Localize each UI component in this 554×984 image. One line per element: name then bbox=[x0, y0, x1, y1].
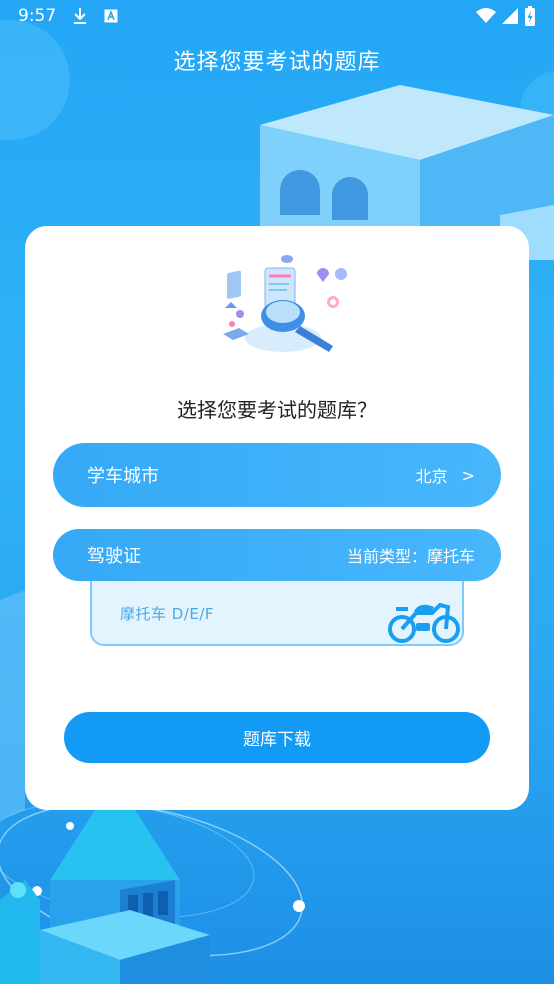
license-row-label: 驾驶证 bbox=[87, 546, 141, 567]
city-row-label: 学车城市 bbox=[87, 466, 159, 487]
card-question: 选择您要考试的题库？ bbox=[177, 398, 377, 422]
wifi-icon bbox=[476, 8, 496, 23]
license-option-motorcycle[interactable]: 摩托车 D/E/F bbox=[90, 581, 464, 646]
city-selector-row[interactable]: 学车城市 北京 > bbox=[53, 443, 501, 507]
status-bar: 9:57 bbox=[0, 0, 554, 32]
download-icon bbox=[74, 8, 87, 24]
search-illustration-icon bbox=[223, 255, 347, 352]
question-bank-card: 选择您要考试的题库？ 学车城市 北京 > 驾驶证 当前类型：摩托车 摩托车 D/… bbox=[25, 226, 529, 810]
cellular-signal-icon bbox=[502, 8, 518, 24]
city-row-value-group: 北京 > bbox=[416, 463, 475, 487]
current-type-label: 当前类型：摩托车 bbox=[346, 547, 475, 566]
font-a-icon bbox=[104, 9, 118, 23]
status-time: 9:57 bbox=[18, 6, 57, 26]
license-type-row[interactable]: 驾驶证 当前类型：摩托车 bbox=[53, 529, 501, 581]
download-question-bank-button[interactable]: 题库下载 bbox=[64, 712, 490, 763]
city-row-value: 北京 bbox=[415, 467, 448, 486]
motorcycle-icon bbox=[388, 602, 460, 643]
page-title: 选择您要考试的题库 bbox=[173, 50, 381, 75]
option-label: 摩托车 D/E/F bbox=[120, 605, 215, 623]
chevron-right-icon: > bbox=[461, 465, 475, 485]
battery-icon bbox=[525, 6, 535, 26]
